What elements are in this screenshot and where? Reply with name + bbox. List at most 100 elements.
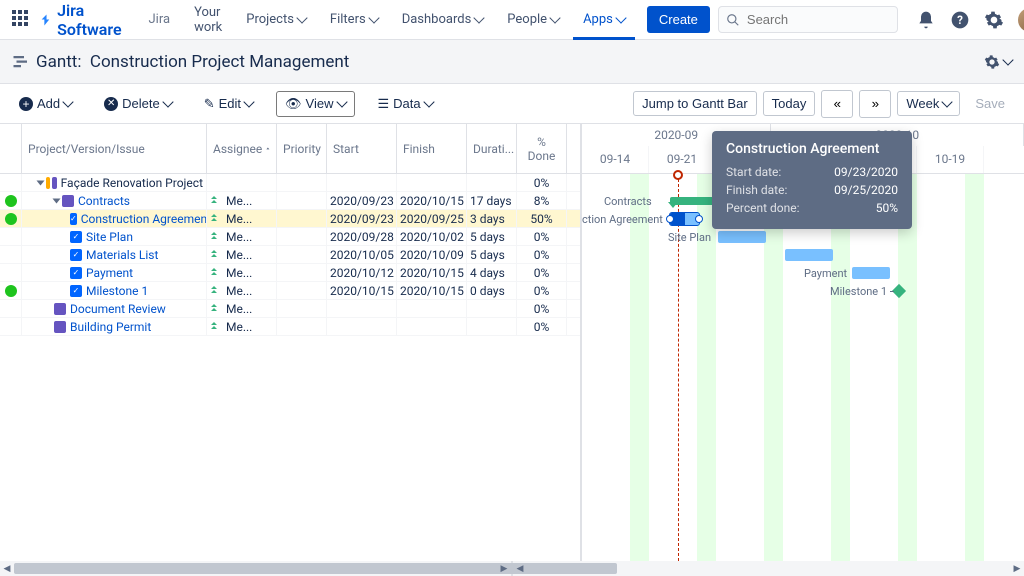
gantt-icon [12, 53, 30, 71]
priority-arrows-icon [210, 196, 218, 206]
issue-name: Façade Renovation Project [61, 176, 203, 190]
issue-link[interactable]: Document Review [70, 302, 166, 316]
table-row[interactable]: Construction AgreementMe...2020/09/23202… [0, 210, 580, 228]
issue-link[interactable]: Contracts [78, 194, 130, 208]
priority-arrows-icon [210, 232, 218, 242]
gantt-bar-label: Contracts [604, 195, 652, 208]
issue-type-icon [70, 285, 82, 297]
jira-logo[interactable]: Jira Software [40, 1, 127, 39]
search-box [718, 6, 898, 33]
priority-arrows-icon [210, 304, 218, 314]
col-priority[interactable]: Priority [277, 124, 327, 173]
pencil-icon: ✎ [204, 96, 215, 112]
view-button[interactable]: 👁View [276, 91, 354, 117]
issue-link[interactable]: Building Permit [70, 320, 151, 334]
table-row[interactable]: PaymentMe...2020/10/122020/10/154 days0% [0, 264, 580, 282]
table-row[interactable]: Building PermitMe...0% [0, 318, 580, 336]
data-button[interactable]: ☰Data [369, 91, 442, 117]
gantt-header: Gantt: Construction Project Management [0, 40, 1024, 84]
col-done[interactable]: % Done [517, 124, 567, 173]
day-cell: 09-14 [582, 146, 649, 173]
nav-apps[interactable]: Apps [573, 0, 635, 40]
table-row[interactable]: Milestone 1Me...2020/10/152020/10/150 da… [0, 282, 580, 300]
next-button[interactable]: » [859, 90, 891, 118]
avatar[interactable] [1018, 8, 1024, 32]
issue-type-icon [70, 249, 82, 261]
table-row[interactable]: Façade Renovation Project0% [0, 174, 580, 192]
timeline-panel: 2020-092020-10 09-1409-2109-2810-0510-12… [580, 124, 1024, 561]
nav-people[interactable]: People [497, 4, 569, 35]
apps-switcher-icon[interactable] [12, 10, 28, 30]
project-icon [46, 177, 50, 189]
grid-body: Façade Renovation Project0%ContractsMe..… [0, 174, 580, 561]
save-button[interactable]: Save [966, 91, 1014, 116]
chevron-down-icon [62, 96, 73, 107]
gantt-task-bar[interactable] [852, 267, 890, 279]
grid-panel: Project/Version/Issue Assignee Priority … [0, 124, 580, 561]
table-row[interactable]: ContractsMe...2020/09/232020/10/1517 day… [0, 192, 580, 210]
today-button[interactable]: Today [763, 91, 816, 116]
left-scrollbar[interactable]: ◀ ▶ [0, 561, 511, 576]
svg-text:?: ? [957, 13, 963, 27]
issue-link[interactable]: Payment [86, 266, 133, 280]
chevron-down-icon [296, 12, 307, 23]
gantt-task-bar[interactable] [785, 249, 833, 261]
database-icon: ☰ [378, 96, 390, 112]
eye-icon: 👁 [285, 96, 302, 112]
search-input[interactable] [718, 6, 898, 33]
page-settings-button[interactable] [984, 54, 1012, 70]
gantt-task-bar[interactable] [670, 213, 699, 225]
expand-icon[interactable] [53, 198, 61, 203]
settings-icon[interactable] [984, 10, 1004, 30]
issue-link[interactable]: Milestone 1 [86, 284, 148, 298]
gantt-bar-label: Milestone 1 [830, 285, 887, 298]
col-assignee[interactable]: Assignee [207, 124, 277, 173]
col-finish[interactable]: Finish [397, 124, 467, 173]
issue-link[interactable]: Site Plan [86, 230, 133, 244]
grid-header: Project/Version/Issue Assignee Priority … [0, 124, 580, 174]
delete-button[interactable]: ✕Delete [95, 91, 181, 116]
sort-asc-icon [266, 144, 270, 154]
gantt-bar-label: Site Plan [668, 231, 711, 244]
nav-filters[interactable]: Filters [320, 4, 388, 35]
gantt-bar-label: Payment [804, 267, 847, 280]
status-dot [5, 195, 17, 207]
issue-type-icon [70, 213, 77, 225]
chevron-down-icon [423, 96, 434, 107]
nav-dashboards[interactable]: Dashboards [392, 4, 494, 35]
jump-button[interactable]: Jump to Gantt Bar [633, 91, 757, 116]
table-row[interactable]: Site PlanMe...2020/09/282020/10/025 days… [0, 228, 580, 246]
issue-link[interactable]: Construction Agreement [81, 212, 207, 226]
nav-projects[interactable]: Projects [236, 4, 316, 35]
create-button[interactable]: Create [647, 6, 710, 33]
col-name[interactable]: Project/Version/Issue [22, 124, 207, 173]
status-dot [5, 285, 17, 297]
add-button[interactable]: +Add [10, 91, 81, 116]
issue-link[interactable]: Materials List [86, 248, 158, 262]
nav-jira[interactable]: Jira [139, 4, 181, 35]
priority-arrows-icon [210, 214, 218, 224]
chevron-down-icon [615, 12, 626, 23]
table-row[interactable]: Document ReviewMe...0% [0, 300, 580, 318]
week-button[interactable]: Week [897, 91, 960, 116]
help-icon[interactable]: ? [950, 10, 970, 30]
chevron-down-icon [942, 96, 953, 107]
right-scrollbar[interactable]: ◀ ▶ [513, 561, 1024, 576]
milestone-icon[interactable] [892, 284, 906, 298]
col-duration[interactable]: Durati... [467, 124, 517, 173]
expand-icon[interactable] [37, 180, 45, 185]
edit-button[interactable]: ✎Edit [195, 91, 262, 117]
gantt-bar-label: ction Agreement [582, 213, 663, 226]
timeline-body[interactable]: Contracts ction Agreement Site Plan Payment… [582, 174, 1024, 561]
table-row[interactable]: Materials ListMe...2020/10/052020/10/095… [0, 246, 580, 264]
chevron-down-icon [474, 12, 485, 23]
prev-button[interactable]: « [821, 90, 853, 118]
nav-your-work[interactable]: Your work [184, 0, 232, 43]
toolbar: +Add ✕Delete ✎Edit 👁View ☰Data Jump to G… [0, 84, 1024, 124]
notification-icon[interactable] [916, 10, 936, 30]
chevron-down-icon [1002, 54, 1013, 65]
issue-type-icon [62, 195, 74, 207]
priority-arrows-icon [210, 322, 218, 332]
col-start[interactable]: Start [327, 124, 397, 173]
gantt-task-bar[interactable] [718, 231, 766, 243]
